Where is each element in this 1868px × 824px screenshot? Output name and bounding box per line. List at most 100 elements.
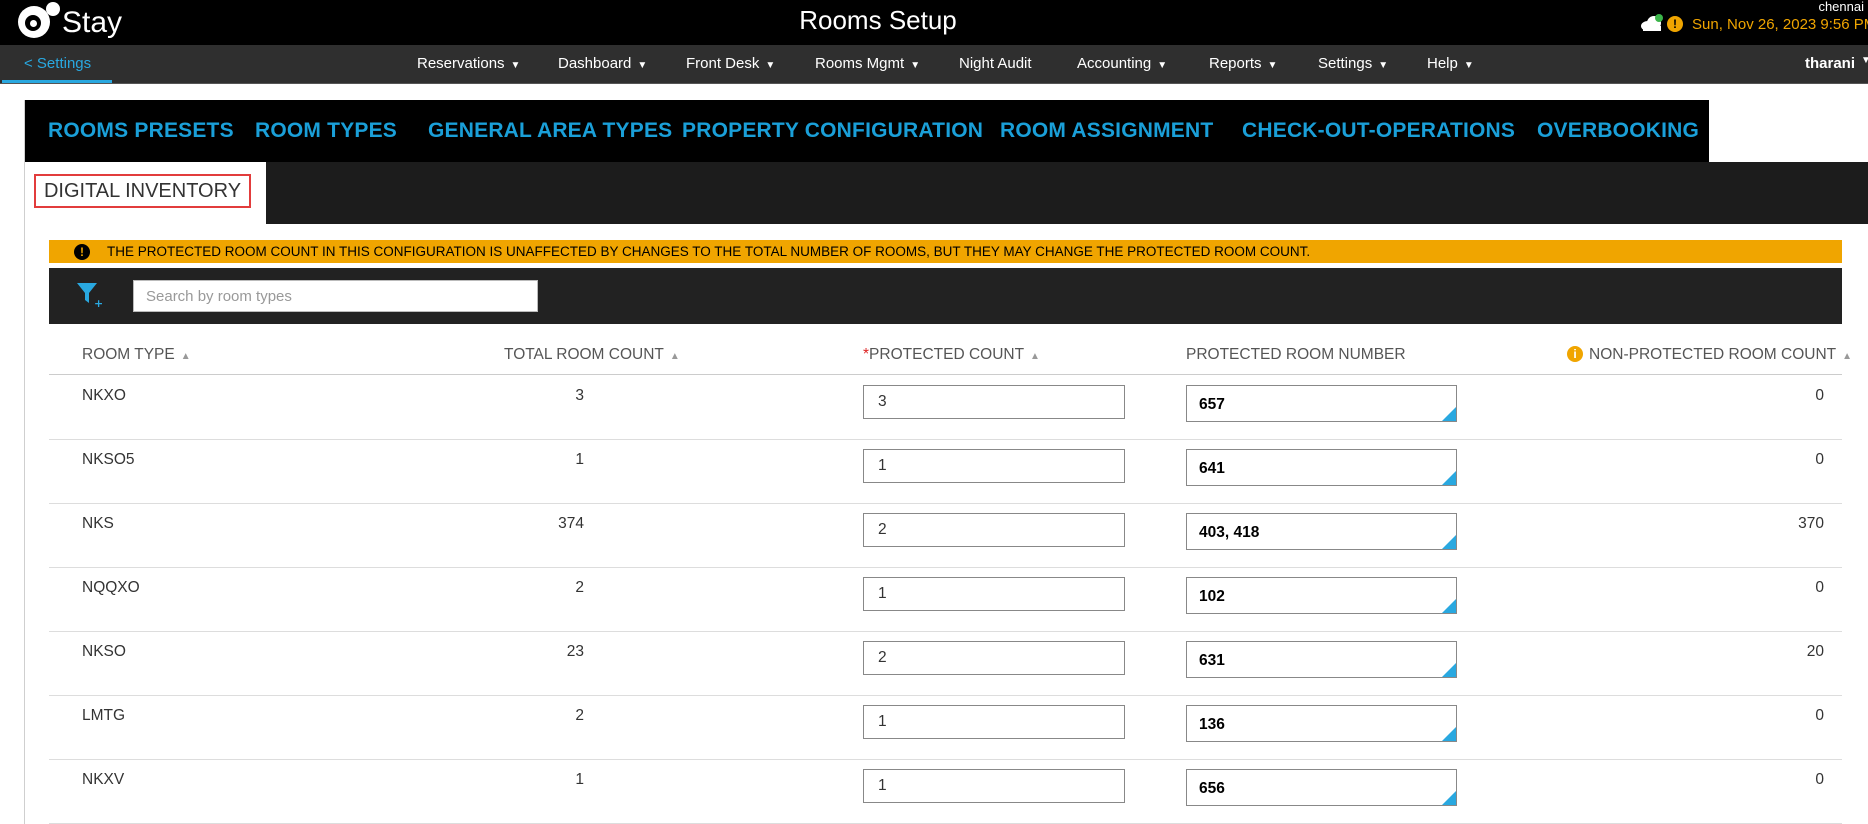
current-datetime: Sun, Nov 26, 2023 9:56 PM <box>1692 16 1868 33</box>
tab-digital-inventory-label: DIGITAL INVENTORY <box>34 174 251 208</box>
back-to-settings-link[interactable]: < Settings <box>24 55 91 72</box>
protected-room-number-field[interactable]: 403, 418 <box>1186 513 1457 550</box>
nav-dashboard[interactable]: Dashboard ▼ <box>558 55 647 72</box>
exclamation-icon: ! <box>74 244 90 260</box>
chevron-down-icon: ▼ <box>510 60 521 71</box>
resize-corner-icon <box>1442 727 1456 741</box>
total-room-count-cell: 2 <box>575 707 584 724</box>
non-protected-count-cell: 0 <box>1815 707 1824 724</box>
total-room-count-cell: 23 <box>566 643 584 660</box>
sort-icon[interactable]: ▲ <box>181 351 191 362</box>
column-header-protected-count[interactable]: *PROTECTED COUNT ▲ <box>863 346 1040 364</box>
user-location: chennai <box>1818 0 1864 14</box>
room-type-cell: NKXV <box>82 771 125 788</box>
tab-property-configuration[interactable]: PROPERTY CONFIGURATION <box>682 119 983 143</box>
cloud-status-icon[interactable] <box>1640 14 1664 32</box>
search-input[interactable] <box>133 280 538 312</box>
table-row: LMTG 2 136 0 <box>49 695 1842 760</box>
chevron-down-icon: ▼ <box>1378 60 1389 71</box>
table-row: NKS 374 403, 418 370 <box>49 503 1842 568</box>
resize-corner-icon <box>1442 791 1456 805</box>
column-header-room-type[interactable]: ROOM TYPE ▲ <box>82 346 191 364</box>
rooms-setup-panel: ROOMS PRESETS ROOM TYPES GENERAL AREA TY… <box>24 100 1868 824</box>
filter-bar: + <box>49 268 1842 324</box>
tab-room-types[interactable]: ROOM TYPES <box>255 119 397 143</box>
nav-rooms-mgmt[interactable]: Rooms Mgmt ▼ <box>815 55 920 72</box>
chevron-down-icon: ▼ <box>1157 60 1168 71</box>
top-bar: Stay Rooms Setup chennai ! Sun, Nov 26, … <box>0 0 1868 45</box>
protected-count-input[interactable] <box>863 513 1125 547</box>
room-type-cell: NKXO <box>82 387 126 404</box>
filter-add-icon[interactable]: + <box>76 281 102 309</box>
chevron-down-icon: ▼ <box>1267 60 1278 71</box>
non-protected-count-cell: 0 <box>1815 579 1824 596</box>
non-protected-count-cell: 20 <box>1806 643 1824 660</box>
total-room-count-cell: 374 <box>558 515 584 532</box>
tab-bar: ROOMS PRESETS ROOM TYPES GENERAL AREA TY… <box>25 100 1709 162</box>
protected-count-input[interactable] <box>863 449 1125 483</box>
page-title: Rooms Setup <box>799 5 957 35</box>
table-row: NKSO5 1 641 0 <box>49 439 1842 504</box>
total-room-count-cell: 3 <box>575 387 584 404</box>
protected-count-input[interactable] <box>863 641 1125 675</box>
nav-accounting[interactable]: Accounting ▼ <box>1077 55 1167 72</box>
main-nav: < Settings Reservations ▼ Dashboard ▼ Fron… <box>0 45 1868 84</box>
nav-reports[interactable]: Reports ▼ <box>1209 55 1277 72</box>
tab-check-out-operations[interactable]: CHECK-OUT-OPERATIONS <box>1242 119 1515 143</box>
room-type-cell: NKSO <box>82 643 126 660</box>
tab-overbooking[interactable]: OVERBOOKING <box>1537 119 1699 143</box>
alert-icon[interactable]: ! <box>1667 16 1683 32</box>
protected-room-number-field[interactable]: 102 <box>1186 577 1457 614</box>
chevron-down-icon: ▼ <box>637 60 648 71</box>
nav-reservations[interactable]: Reservations ▼ <box>417 55 520 72</box>
back-link-underline <box>2 80 112 83</box>
non-protected-count-cell: 0 <box>1815 771 1824 788</box>
total-room-count-cell: 1 <box>575 771 584 788</box>
protected-room-number-field[interactable]: 657 <box>1186 385 1457 422</box>
protected-room-number-field[interactable]: 631 <box>1186 641 1457 678</box>
total-room-count-cell: 1 <box>575 451 584 468</box>
sort-icon[interactable]: ▲ <box>1842 351 1852 362</box>
chevron-down-icon: ▼ <box>765 60 776 71</box>
column-header-protected-room-number: PROTECTED ROOM NUMBER <box>1186 346 1406 363</box>
svg-text:+: + <box>94 297 102 309</box>
room-type-cell: NQQXO <box>82 579 140 596</box>
user-menu[interactable]: tharani <box>1805 55 1855 72</box>
chevron-down-icon: ▼ <box>1463 60 1474 71</box>
column-header-non-protected-room-count[interactable]: i NON-PROTECTED ROOM COUNT ▲ <box>1567 346 1852 364</box>
table-row: NKXO 3 657 0 <box>49 375 1842 440</box>
tab-rooms-presets[interactable]: ROOMS PRESETS <box>48 119 234 143</box>
room-type-cell: NKS <box>82 515 114 532</box>
info-icon[interactable]: i <box>1567 346 1583 362</box>
protected-count-input[interactable] <box>863 705 1125 739</box>
nav-settings[interactable]: Settings ▼ <box>1318 55 1388 72</box>
resize-corner-icon <box>1442 471 1456 485</box>
sort-icon[interactable]: ▲ <box>670 351 680 362</box>
nav-night-audit[interactable]: Night Audit <box>959 55 1032 72</box>
protected-count-input[interactable] <box>863 385 1125 419</box>
room-type-cell: LMTG <box>82 707 126 724</box>
protected-count-input[interactable] <box>863 577 1125 611</box>
tab-general-area-types[interactable]: GENERAL AREA TYPES <box>428 119 672 143</box>
warning-banner: ! THE PROTECTED ROOM COUNT IN THIS CONFI… <box>49 240 1842 263</box>
tab-digital-inventory[interactable]: DIGITAL INVENTORY <box>25 162 266 224</box>
table-row: NKXV 1 656 0 <box>49 759 1842 824</box>
tab-room-assignment[interactable]: ROOM ASSIGNMENT <box>1000 119 1213 143</box>
chevron-down-icon[interactable]: ▼ <box>1861 55 1868 66</box>
non-protected-count-cell: 370 <box>1798 515 1824 532</box>
non-protected-count-cell: 0 <box>1815 387 1824 404</box>
table-row: NQQXO 2 102 0 <box>49 567 1842 632</box>
non-protected-count-cell: 0 <box>1815 451 1824 468</box>
sort-icon[interactable]: ▲ <box>1030 351 1040 362</box>
protected-room-number-field[interactable]: 656 <box>1186 769 1457 806</box>
resize-corner-icon <box>1442 535 1456 549</box>
protected-room-number-field[interactable]: 641 <box>1186 449 1457 486</box>
protected-count-input[interactable] <box>863 769 1125 803</box>
chevron-down-icon: ▼ <box>910 60 921 71</box>
table-row: NKSO 23 631 20 <box>49 631 1842 696</box>
column-header-total-room-count[interactable]: TOTAL ROOM COUNT ▲ <box>504 346 680 364</box>
nav-front-desk[interactable]: Front Desk ▼ <box>686 55 775 72</box>
nav-help[interactable]: Help ▼ <box>1427 55 1474 72</box>
protected-room-number-field[interactable]: 136 <box>1186 705 1457 742</box>
resize-corner-icon <box>1442 663 1456 677</box>
